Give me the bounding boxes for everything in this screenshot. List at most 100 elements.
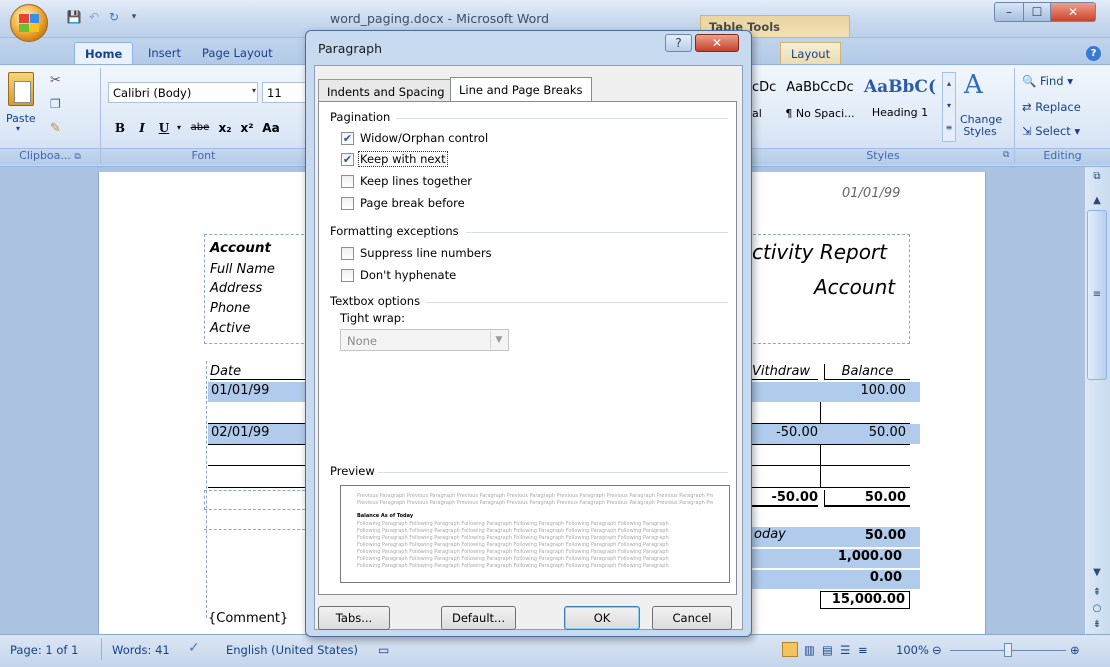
macro-record-icon[interactable]: ▭ [378,643,389,657]
proofing-icon[interactable]: ✓ [188,640,200,656]
select-button[interactable]: ⇲ Select ▾ [1022,124,1080,138]
suppress-line-numbers-label[interactable]: Suppress line numbers [360,246,492,260]
zoom-in-icon[interactable]: ⊕ [1070,643,1080,657]
cancel-button[interactable]: Cancel [652,606,732,630]
scroll-down-icon[interactable]: ▼ [1089,566,1105,580]
table-row-balance: 100.00 [752,382,920,402]
styles-dialog-launcher-icon[interactable]: ⧉ [1003,150,1009,160]
style-normal-tile[interactable]: cDc al [752,70,782,140]
tight-wrap-select[interactable]: None [340,329,509,351]
close-button[interactable]: ✕ [1050,2,1096,22]
customize-qat-icon[interactable]: ▾ [126,9,142,25]
change-styles-button[interactable]: Change Styles [960,114,1002,138]
keep-with-next-checkbox[interactable]: ✔ [341,153,354,166]
office-logo-icon [19,14,39,32]
table-row [204,512,310,530]
dont-hyphenate-checkbox[interactable] [341,269,354,282]
tab-home[interactable]: Home [74,42,134,64]
zoom-slider-thumb[interactable] [1004,643,1012,657]
preview-following-paragraph: Following Paragraph Following Paragraph … [357,528,669,534]
paste-dropdown-icon[interactable]: ▾ [16,124,20,133]
suppress-line-numbers-checkbox[interactable] [341,247,354,260]
full-screen-reading-icon[interactable]: ▥ [804,643,815,657]
word-count[interactable]: Words: 41 [112,643,170,657]
style-heading1-tile[interactable]: AaBbC( Heading 1 [862,70,938,140]
keep-with-next-label[interactable]: Keep with next [358,151,448,167]
draft-icon[interactable]: ≡ [858,643,868,657]
redo-icon[interactable]: ↻ [106,9,122,25]
tab-page-layout[interactable]: Page Layout [192,42,283,64]
editing-group-label: Editing [1015,148,1110,165]
cut-icon[interactable]: ✂ [50,73,61,88]
format-painter-icon[interactable]: ✎ [50,121,61,136]
office-button[interactable] [10,4,48,42]
underline-dropdown-icon[interactable]: ▾ [174,118,184,138]
dont-hyphenate-label[interactable]: Don't hyphenate [360,268,456,282]
paste-icon[interactable] [8,72,34,106]
chevron-down-icon[interactable]: ▼ [490,331,507,349]
save-icon[interactable]: 💾 [66,9,82,25]
keep-lines-together-label[interactable]: Keep lines together [360,174,472,188]
window-title: word_paging.docx - Microsoft Word [330,11,550,26]
font-name-combo[interactable]: Calibri (Body) [108,82,258,103]
find-button[interactable]: 🔍 Find ▾ [1022,74,1073,88]
ok-button[interactable]: OK [564,606,640,630]
select-browse-object-icon[interactable]: ○ [1089,602,1105,616]
table-row-date: 01/01/99 [208,382,310,402]
page-count[interactable]: Page: 1 of 1 [10,643,78,657]
italic-button[interactable]: I [134,118,150,138]
previous-page-icon[interactable]: ⇞ [1089,586,1105,600]
language-status[interactable]: English (United States) [226,643,358,657]
styles-gallery-scroll[interactable]: ▴ ▾ ≡ [942,72,956,142]
page-break-before-checkbox[interactable] [341,197,354,210]
comment-field: {Comment} [208,611,289,626]
ruler-toggle-icon[interactable]: ⧉ [1089,170,1105,184]
dialog-help-button[interactable]: ? [665,34,692,52]
tabs-button[interactable]: Tabs... [318,606,390,630]
font-name-dropdown-icon[interactable]: ▾ [252,86,256,95]
help-icon[interactable]: ? [1086,46,1101,61]
replace-button[interactable]: ⇄ Replace [1022,100,1081,114]
zoom-level[interactable]: 100% [896,643,929,657]
total-balance: 50.00 [824,490,910,507]
preview-current-paragraph: Balance As of Today [357,513,414,519]
select-icon: ⇲ [1022,124,1032,138]
tab-layout[interactable]: Layout [780,42,842,64]
preview-following-paragraph: Following Paragraph Following Paragraph … [357,549,669,555]
copy-icon[interactable]: ❐ [50,97,61,111]
dialog-title: Paragraph [318,41,383,56]
summary-value: 1,000.00 [752,549,920,568]
tab-indents-and-spacing[interactable]: Indents and Spacing [318,79,454,101]
underline-button[interactable]: U [156,118,172,138]
minimize-button[interactable]: – [994,2,1024,22]
web-layout-icon[interactable]: ▤ [822,643,833,657]
change-styles-icon[interactable]: A [964,70,983,100]
superscript-button[interactable]: x² [238,118,256,138]
preview-previous-paragraph: Previous Paragraph Previous Paragraph Pr… [357,493,713,499]
tab-line-and-page-breaks[interactable]: Line and Page Breaks [450,77,592,101]
withdraw-column-header: Vithdraw [752,364,818,380]
keep-lines-together-checkbox[interactable] [341,175,354,188]
dialog-close-button[interactable]: ✕ [695,34,739,52]
print-layout-icon[interactable] [782,642,798,657]
maximize-button[interactable]: ☐ [1023,2,1051,22]
active-label: Active [210,321,251,336]
next-page-icon[interactable]: ⇟ [1089,618,1105,632]
outline-icon[interactable]: ☰ [840,643,850,657]
style-no-spacing-tile[interactable]: AaBbCcDc ¶ No Spaci... [784,70,856,140]
subscript-button[interactable]: x₂ [216,118,234,138]
scroll-up-icon[interactable]: ▲ [1089,194,1105,208]
undo-icon[interactable]: ↶ [86,9,102,25]
tab-insert[interactable]: Insert [138,42,191,64]
font-group-label: Font [101,148,306,165]
paste-label[interactable]: Paste [6,112,36,125]
widow-orphan-checkbox[interactable]: ✔ [341,132,354,145]
zoom-out-icon[interactable]: ⊖ [932,643,942,657]
strikethrough-button[interactable]: abe [188,118,212,138]
font-size-combo[interactable]: 11 [262,82,306,103]
change-case-button[interactable]: Aa [260,118,282,138]
default-button[interactable]: Default... [441,606,516,630]
widow-orphan-label[interactable]: Widow/Orphan control [360,131,488,145]
bold-button[interactable]: B [112,118,128,138]
page-break-before-label[interactable]: Page break before [360,196,465,210]
